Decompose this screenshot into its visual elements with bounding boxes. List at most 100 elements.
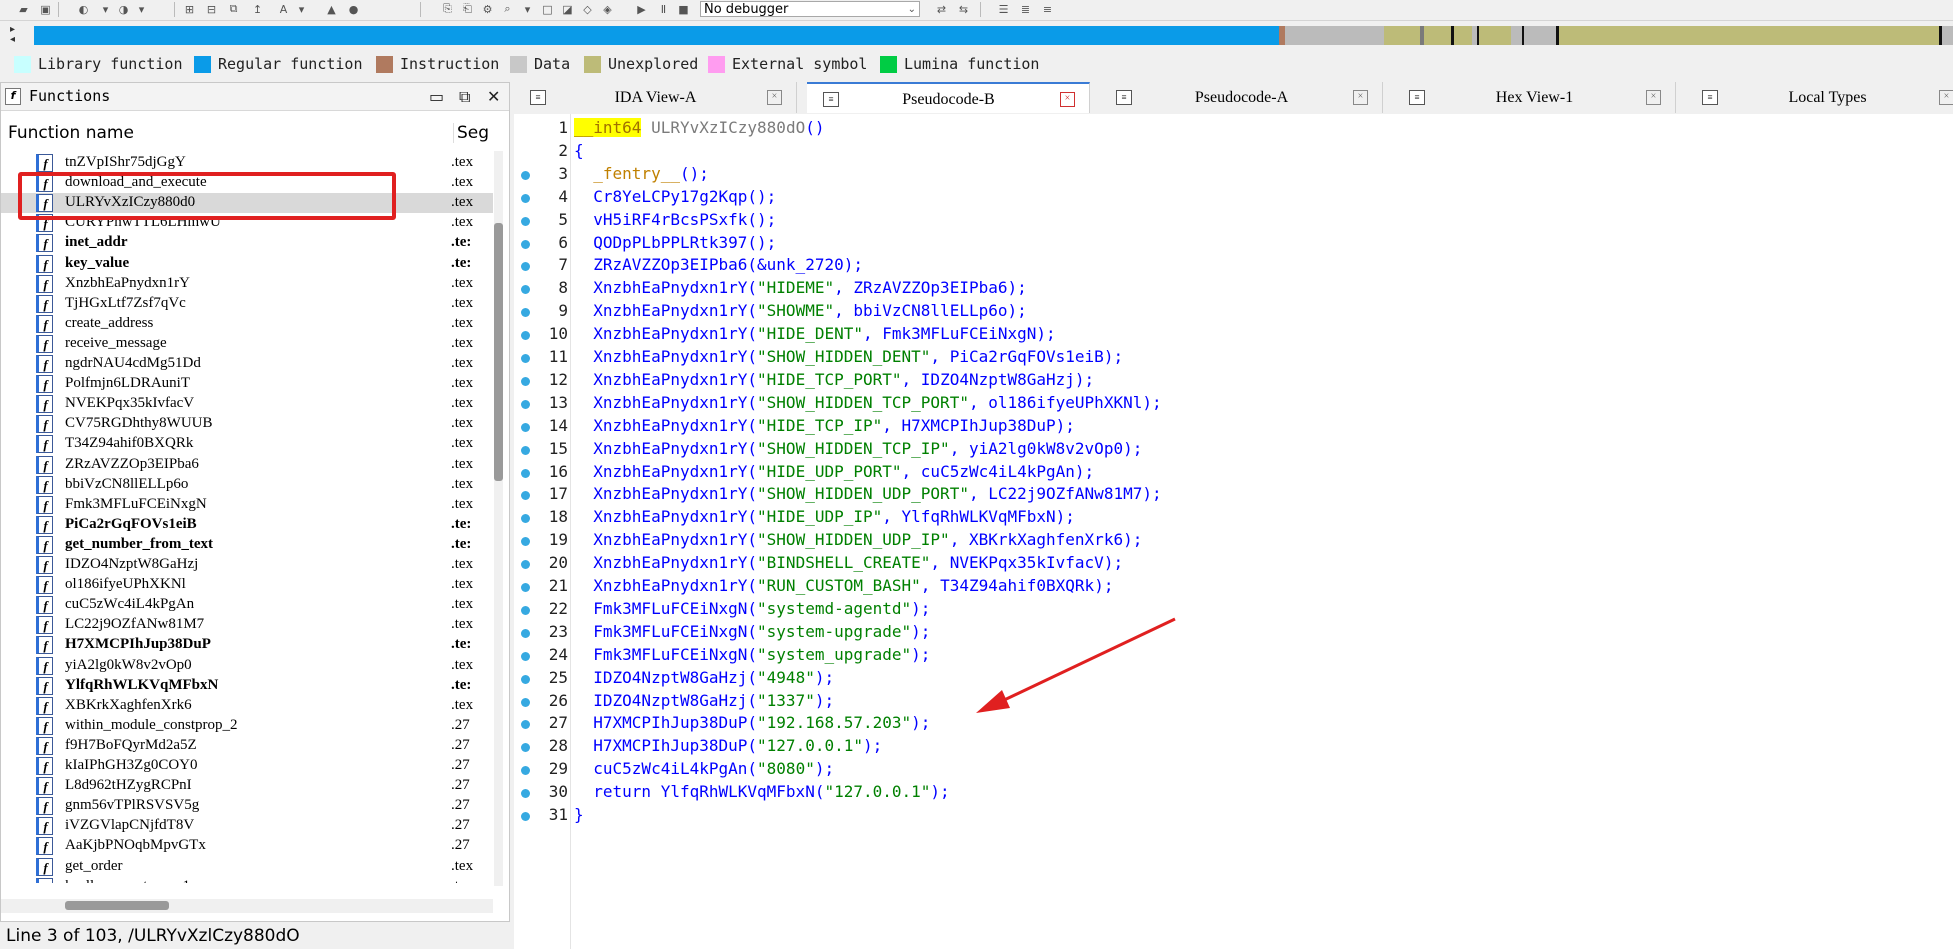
debugger-select-value: No debugger [704, 2, 789, 17]
dropdown-icon[interactable]: ▾ [98, 2, 113, 16]
function-row[interactable]: f cuC5zWc4iL4kPgAn .tex [1, 595, 493, 615]
forward-icon[interactable]: ◑ [116, 2, 131, 16]
function-row[interactable]: f L8d962tHZygRCPnI .27 [1, 776, 493, 796]
search-icon[interactable]: ⌕ [500, 2, 515, 16]
tab-ida-view-a[interactable]: ≡ IDA View-A × [514, 82, 797, 113]
function-row[interactable]: f ULRYvXzICzy880d0 .tex [1, 193, 493, 214]
picture-icon[interactable]: ▲ [324, 2, 339, 16]
function-segment: .27 [451, 777, 470, 794]
function-row[interactable]: f T34Z94ahif0BXQRk .tex [1, 434, 493, 454]
function-icon: f [36, 254, 53, 273]
close-icon[interactable]: ✕ [487, 87, 500, 106]
legend-label: Instruction [400, 55, 500, 73]
function-row[interactable]: f ZRzAVZZOp3EIPba6 .tex [1, 455, 493, 475]
function-row[interactable]: f XBKrkXaghfenXrk6 .tex [1, 696, 493, 716]
dropdown-icon[interactable]: ▾ [294, 2, 309, 16]
line-number: 31 [548, 805, 568, 824]
function-row[interactable]: f CURYPhwTTL6LHmwU .tex [1, 213, 493, 233]
dropdown-icon[interactable]: ▾ [520, 2, 535, 16]
nav-arrows-icon[interactable]: ▸ ◂ [10, 25, 15, 45]
navigation-bar[interactable] [34, 26, 1953, 45]
list-icon[interactable]: ☰ [996, 2, 1011, 16]
function-row[interactable]: f ol186ifyeUPhXKNl .tex [1, 575, 493, 595]
maximize-icon[interactable]: ▭ [429, 87, 444, 106]
function-row[interactable]: f AaKjbPNOqbMpvGTx .27 [1, 836, 493, 856]
function-row[interactable]: f create_address .tex [1, 314, 493, 334]
dropdown-icon[interactable]: ▾ [134, 2, 149, 16]
stop-icon[interactable]: □ [540, 2, 555, 16]
function-row[interactable]: f get_order .tex [1, 857, 493, 877]
float-icon[interactable]: ⧉ [459, 87, 470, 107]
tab-pseudocode-a[interactable]: ≡ Pseudocode-A × [1100, 82, 1383, 113]
function-row[interactable]: f IDZO4NzptW8GaHzj .tex [1, 555, 493, 575]
function-row[interactable]: f tnZVpIShr75djGgY .tex [1, 153, 493, 173]
function-row[interactable]: f gnm56vTPlRSVSV5g .27 [1, 796, 493, 816]
function-row[interactable]: f YlfqRhWLKVqMFbxN .te: [1, 676, 493, 696]
function-row[interactable]: f NVEKPqx35kIvfacV .tex [1, 394, 493, 414]
tab-pseudocode-b[interactable]: ≡ Pseudocode-B × [807, 82, 1090, 113]
back-icon[interactable]: ◐ [76, 2, 91, 16]
function-row[interactable]: f Fmk3MFLuFCEiNxgN .tex [1, 495, 493, 515]
function-row[interactable]: f XnzbhEaPnydxn1rY .tex [1, 274, 493, 294]
function-row[interactable]: f PiCa2rGqFOVs1eiB .te: [1, 515, 493, 535]
column-header-segment[interactable]: Seg [453, 123, 489, 143]
vertical-scrollbar[interactable] [494, 151, 503, 886]
tab-local-types[interactable]: ≡ Local Types × [1686, 82, 1953, 113]
open-icon[interactable]: ▰ [16, 2, 31, 16]
function-row[interactable]: f inet_addr .te: [1, 233, 493, 253]
function-row[interactable]: f iVZGVlapCNjfdT8V .27 [1, 816, 493, 836]
toggle2-icon[interactable]: ⇆ [956, 2, 971, 16]
function-row[interactable]: f bbiVzCN8llELLp6o .tex [1, 475, 493, 495]
struct-icon[interactable]: ⊟ [204, 2, 219, 16]
tab-close-icon[interactable]: × [767, 90, 782, 105]
function-icon: f [36, 435, 53, 454]
play-icon[interactable]: ▶ [634, 2, 649, 16]
toggle-icon[interactable]: ⇄ [934, 2, 949, 16]
tab-close-icon[interactable]: × [1353, 90, 1368, 105]
settings-icon[interactable]: ⚙ [480, 2, 495, 16]
function-row[interactable]: f get_number_from_text .te: [1, 535, 493, 555]
hex-icon[interactable]: ⊞ [182, 2, 197, 16]
shape-icon[interactable]: ◇ [580, 2, 595, 16]
list-alt-icon[interactable]: ≡ [1040, 2, 1055, 16]
function-row[interactable]: f yiA2lg0kW8v2vOp0 .tex [1, 656, 493, 676]
scrollbar-thumb[interactable] [65, 901, 169, 910]
globe-icon[interactable]: ● [346, 2, 361, 16]
function-row[interactable]: f key_value .te: [1, 254, 493, 274]
function-row[interactable]: f CV75RGDhthy8WUUB .tex [1, 414, 493, 434]
copy-icon[interactable]: ⎘ [440, 2, 455, 16]
function-row[interactable]: f kzalloc_constprop_1 .tex [1, 877, 493, 883]
pause-icon[interactable]: Ⅱ [656, 2, 671, 16]
image-icon[interactable]: ◪ [560, 2, 575, 16]
debugger-select[interactable]: No debugger ⌄ [700, 1, 920, 17]
function-row[interactable]: f within_module_constprop_2 .27 [1, 716, 493, 736]
tab-close-icon[interactable]: × [1646, 90, 1661, 105]
diamond-icon[interactable]: ◈ [600, 2, 615, 16]
graph-icon[interactable]: ⧉ [226, 2, 241, 16]
function-row[interactable]: f f9H7BoFQyrMd2a5Z .27 [1, 736, 493, 756]
function-row[interactable]: f receive_message .tex [1, 334, 493, 354]
function-segment: .te: [451, 676, 472, 693]
function-row[interactable]: f LC22j9OZfANw81M7 .tex [1, 615, 493, 635]
line-number: 1 [558, 118, 568, 137]
function-icon: f [36, 515, 53, 534]
jump-icon[interactable]: ↥ [250, 2, 265, 16]
stop-debug-icon[interactable]: ■ [676, 2, 691, 16]
function-row[interactable]: f ngdrNAU4cdMg51Dd .tex [1, 354, 493, 374]
function-row[interactable]: f Polfmjn6LDRAuniT .tex [1, 374, 493, 394]
horizontal-scrollbar[interactable] [1, 899, 493, 913]
column-header-function-name[interactable]: Function name [8, 123, 134, 143]
text-icon[interactable]: A [276, 2, 291, 16]
function-row[interactable]: f download_and_execute .tex [1, 173, 493, 193]
function-row[interactable]: f TjHGxLtf7Zsf7qVc .tex [1, 294, 493, 314]
function-row[interactable]: f H7XMCPIhJup38DuP .te: [1, 635, 493, 655]
save-icon[interactable]: ▣ [38, 2, 53, 16]
tab-close-icon[interactable]: × [1939, 90, 1953, 105]
tab-hex-view-1[interactable]: ≡ Hex View-1 × [1393, 82, 1676, 113]
paste-icon[interactable]: ⎗ [460, 2, 475, 16]
scrollbar-thumb[interactable] [494, 223, 503, 481]
tab-close-icon[interactable]: × [1060, 92, 1075, 107]
list-red-icon[interactable]: ≣ [1018, 2, 1033, 16]
function-row[interactable]: f kIaIPhGH3Zg0COY0 .27 [1, 756, 493, 776]
pseudocode-view[interactable]: 1 __int64 ULRYvXzICzy880dO() 2 {3 _fentry__… [514, 114, 1953, 949]
